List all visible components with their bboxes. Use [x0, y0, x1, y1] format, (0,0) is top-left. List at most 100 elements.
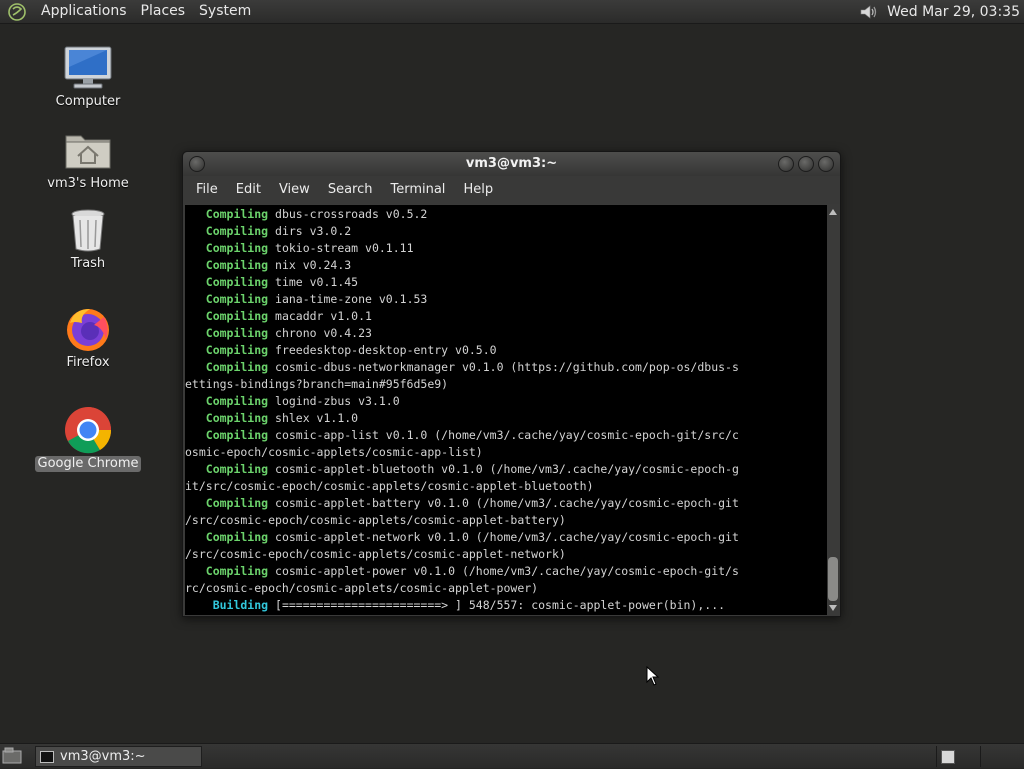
terminal-line-text: /src/cosmic-epoch/cosmic-applets/cosmic-…: [185, 547, 566, 561]
menu-view[interactable]: View: [270, 176, 319, 204]
distro-logo-icon[interactable]: [6, 2, 28, 22]
terminal-line: Compiling dbus-crossroads v0.5.2: [185, 206, 827, 223]
desktop-icon-label: Firefox: [66, 355, 110, 370]
window-title: vm3@vm3:~: [465, 156, 558, 171]
terminal-line-text: shlex v1.1.0: [268, 411, 359, 425]
terminal-line: Compiling shlex v1.1.0: [185, 410, 827, 427]
menu-search[interactable]: Search: [319, 176, 382, 204]
building-keyword: Building: [185, 598, 269, 612]
places-menu[interactable]: Places: [134, 0, 193, 24]
terminal-line: Compiling time v0.1.45: [185, 274, 827, 291]
scroll-up-arrow-icon[interactable]: [829, 209, 837, 215]
clock[interactable]: Wed Mar 29, 03:35: [887, 4, 1020, 20]
terminal-line: it/src/cosmic-epoch/cosmic-applets/cosmi…: [185, 478, 827, 495]
terminal-line-text: cosmic-applet-power v0.1.0 (/home/vm3/.c…: [268, 564, 739, 578]
desktop-icon-firefox[interactable]: Firefox: [33, 305, 143, 371]
compiling-keyword: Compiling: [185, 275, 269, 289]
terminal-line-text: cosmic-applet-bluetooth v0.1.0 (/home/vm…: [268, 462, 739, 476]
terminal-line-text: /src/cosmic-epoch/cosmic-applets/cosmic-…: [185, 513, 566, 527]
scroll-down-arrow-icon[interactable]: [829, 605, 837, 611]
compiling-keyword: Compiling: [185, 309, 269, 323]
terminal-line: Compiling freedesktop-desktop-entry v0.5…: [185, 342, 827, 359]
terminal-line-text: time v0.1.45: [268, 275, 359, 289]
terminal-line: Building [=======================> ] 548…: [185, 597, 827, 614]
minimize-button[interactable]: [778, 156, 794, 172]
terminal-line: Compiling chrono v0.4.23: [185, 325, 827, 342]
computer-icon: [60, 44, 116, 92]
terminal-line: Compiling dirs v3.0.2: [185, 223, 827, 240]
trash-icon: [60, 206, 116, 254]
close-button[interactable]: [818, 156, 834, 172]
terminal-line: osmic-epoch/cosmic-applets/cosmic-app-li…: [185, 444, 827, 461]
home-folder-icon: [60, 126, 116, 174]
menu-file[interactable]: File: [187, 176, 227, 204]
workspace-2[interactable]: [980, 746, 1020, 767]
compiling-keyword: Compiling: [185, 326, 269, 340]
terminal-window[interactable]: vm3@vm3:~ File Edit View Search Terminal…: [182, 151, 841, 617]
scrollbar-thumb[interactable]: [828, 557, 838, 601]
desktop-icon-chrome[interactable]: Google Chrome: [33, 406, 143, 472]
terminal-line-text: iana-time-zone v0.1.53: [268, 292, 428, 306]
terminal-line: Compiling logind-zbus v3.1.0: [185, 393, 827, 410]
terminal-line-text: it/src/cosmic-epoch/cosmic-applets/cosmi…: [185, 479, 594, 493]
terminal-line-text: cosmic-applet-battery v0.1.0 (/home/vm3/…: [268, 496, 739, 510]
menu-help[interactable]: Help: [454, 176, 502, 204]
desktop-icon-home[interactable]: vm3's Home: [33, 126, 143, 192]
terminal-scrollbar[interactable]: [827, 205, 839, 615]
taskbar-window-button[interactable]: vm3@vm3:~: [35, 746, 202, 767]
show-desktop-icon[interactable]: [2, 747, 22, 765]
terminal-line: Compiling cosmic-dbus-networkmanager v0.…: [185, 359, 827, 376]
maximize-button[interactable]: [798, 156, 814, 172]
compiling-keyword: Compiling: [185, 411, 269, 425]
terminal-line-text: dirs v3.0.2: [268, 224, 352, 238]
compiling-keyword: Compiling: [185, 241, 269, 255]
terminal-line: Compiling macaddr v1.0.1: [185, 308, 827, 325]
compiling-keyword: Compiling: [185, 394, 269, 408]
mouse-pointer-icon: [646, 666, 660, 686]
terminal-output[interactable]: Compiling dbus-crossroads v0.5.2 Compili…: [185, 205, 827, 615]
compiling-keyword: Compiling: [185, 343, 269, 357]
terminal-line: /src/cosmic-epoch/cosmic-applets/cosmic-…: [185, 546, 827, 563]
compiling-keyword: Compiling: [185, 258, 269, 272]
terminal-line-text: tokio-stream v0.1.11: [268, 241, 414, 255]
firefox-icon: [60, 305, 116, 353]
terminal-line-text: [=======================> ] 548/557: cos…: [268, 598, 726, 612]
terminal-icon: [40, 750, 54, 763]
compiling-keyword: Compiling: [185, 462, 269, 476]
compiling-keyword: Compiling: [185, 564, 269, 578]
chrome-icon: [60, 406, 116, 454]
terminal-line-text: ettings-bindings?branch=main#95f6d5e9): [185, 377, 449, 391]
menu-edit[interactable]: Edit: [227, 176, 270, 204]
terminal-line: /src/cosmic-epoch/cosmic-applets/cosmic-…: [185, 512, 827, 529]
terminal-line: Compiling cosmic-app-list v0.1.0 (/home/…: [185, 427, 827, 444]
terminal-line-text: logind-zbus v3.1.0: [268, 394, 400, 408]
terminal-line: Compiling cosmic-applet-network v0.1.0 (…: [185, 529, 827, 546]
terminal-line-text: nix v0.24.3: [268, 258, 352, 272]
desktop-icon-label: Computer: [55, 94, 121, 109]
terminal-line: Compiling cosmic-applet-battery v0.1.0 (…: [185, 495, 827, 512]
menu-terminal[interactable]: Terminal: [381, 176, 454, 204]
bottom-panel: vm3@vm3:~: [0, 743, 1024, 768]
terminal-line-text: dbus-crossroads v0.5.2: [268, 207, 428, 221]
desktop-icon-computer[interactable]: Computer: [33, 44, 143, 110]
compiling-keyword: Compiling: [185, 207, 269, 221]
window-menu-button[interactable]: [189, 156, 205, 172]
compiling-keyword: Compiling: [185, 292, 269, 306]
applications-menu[interactable]: Applications: [34, 0, 134, 24]
terminal-menubar: File Edit View Search Terminal Help: [183, 176, 840, 204]
top-panel: Applications Places System Wed Mar 29, 0…: [0, 0, 1024, 24]
terminal-line: Compiling cosmic-applet-power v0.1.0 (/h…: [185, 563, 827, 580]
terminal-line: Compiling nix v0.24.3: [185, 257, 827, 274]
terminal-line-text: cosmic-applet-network v0.1.0 (/home/vm3/…: [268, 530, 739, 544]
volume-icon[interactable]: [857, 1, 879, 23]
desktop-icon-trash[interactable]: Trash: [33, 206, 143, 272]
desktop-icon-label: Google Chrome: [34, 456, 142, 472]
terminal-line: Compiling tokio-stream v0.1.11: [185, 240, 827, 257]
terminal-line: Compiling cosmic-applet-bluetooth v0.1.0…: [185, 461, 827, 478]
workspace-1[interactable]: [936, 746, 976, 767]
terminal-line-text: cosmic-dbus-networkmanager v0.1.0 (https…: [268, 360, 739, 374]
system-menu[interactable]: System: [192, 0, 258, 24]
terminal-line-text: macaddr v1.0.1: [268, 309, 372, 323]
window-titlebar[interactable]: vm3@vm3:~: [183, 152, 840, 176]
terminal-line-text: osmic-epoch/cosmic-applets/cosmic-app-li…: [185, 445, 483, 459]
